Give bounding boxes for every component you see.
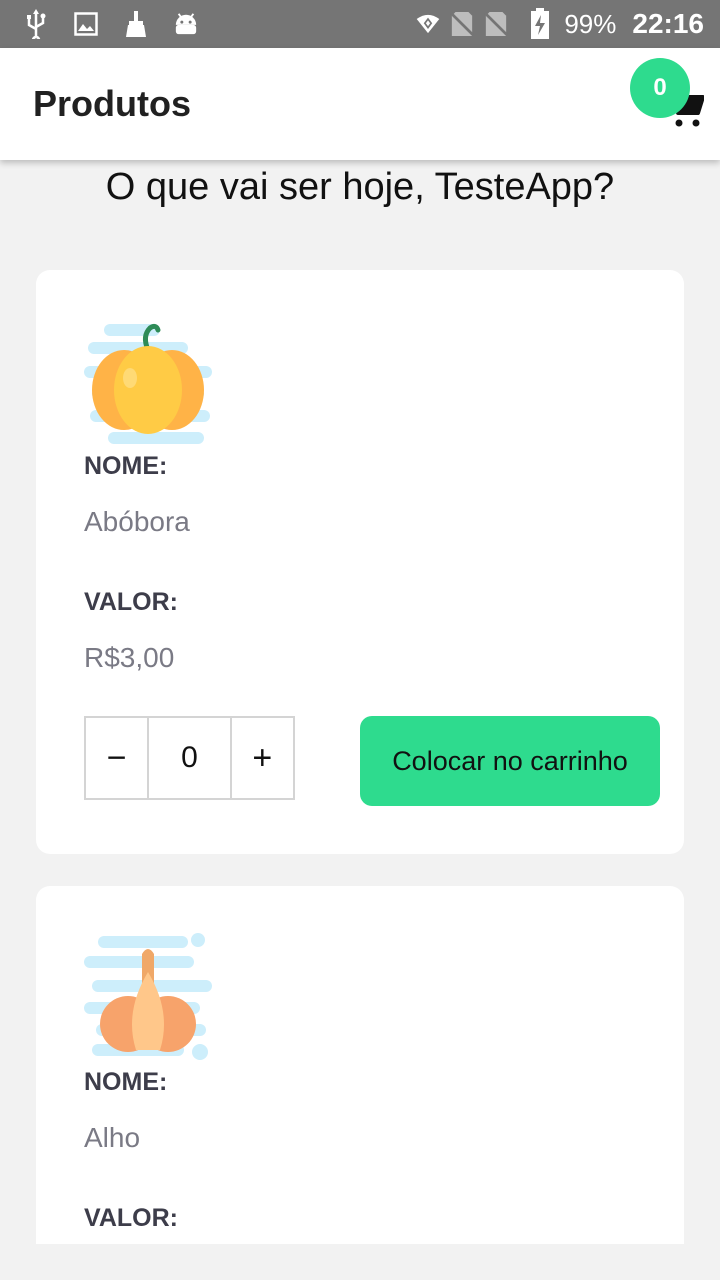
- android-icon: [174, 12, 198, 36]
- quantity-value: 0: [147, 718, 232, 798]
- increase-button[interactable]: +: [232, 718, 293, 798]
- image-icon: [74, 12, 98, 36]
- battery-charging-icon: [528, 8, 552, 39]
- battery-level: 99%: [564, 8, 617, 39]
- no-sim-icon: [484, 11, 509, 37]
- product-name: Alho: [84, 1122, 141, 1153]
- cart-count-badge: 0: [630, 58, 690, 118]
- product-card: NOME: Abóbora VALOR: R$3,00 − 0 + Coloca…: [36, 270, 684, 854]
- name-label: NOME:: [84, 452, 168, 480]
- cart-button[interactable]: 0: [622, 56, 714, 136]
- product-price: R$3,00: [84, 642, 175, 673]
- pumpkin-icon: [84, 316, 212, 444]
- page-title: Produtos: [33, 83, 191, 124]
- wifi-icon: [416, 12, 440, 36]
- garlic-icon: [84, 932, 212, 1060]
- clock: 22:16: [632, 8, 704, 39]
- product-card: NOME: Alho VALOR:: [36, 886, 684, 1244]
- product-name: Abóbora: [84, 506, 190, 537]
- quantity-stepper: − 0 +: [84, 716, 295, 800]
- no-sim-icon: [450, 11, 475, 37]
- price-label: VALOR:: [84, 588, 178, 616]
- broom-icon: [124, 11, 148, 37]
- name-label: NOME:: [84, 1068, 168, 1096]
- usb-icon: [24, 9, 48, 39]
- greeting-heading: O que vai ser hoje, TesteApp?: [105, 166, 615, 208]
- add-to-cart-button[interactable]: Colocar no carrinho: [360, 716, 660, 806]
- app-bar: Produtos 0: [0, 48, 720, 160]
- status-bar: 99% 22:16: [0, 0, 720, 48]
- decrease-button[interactable]: −: [86, 718, 147, 798]
- price-label: VALOR:: [84, 1204, 178, 1232]
